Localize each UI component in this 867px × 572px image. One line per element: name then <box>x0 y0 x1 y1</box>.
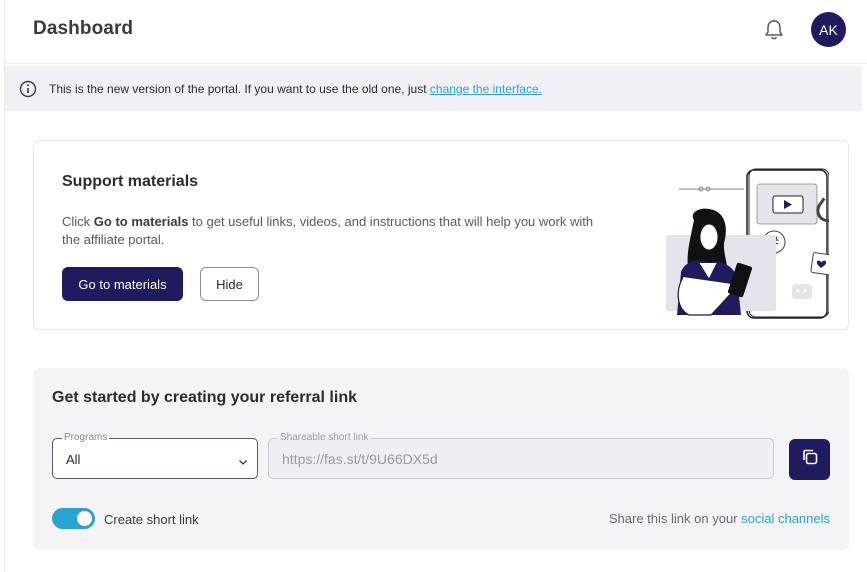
share-hint: Share this link on your social channels <box>609 511 830 526</box>
referral-title: Get started by creating your referral li… <box>52 389 357 406</box>
short-link-value: https://fas.st/t/9U66DX5d <box>282 451 438 467</box>
desc-prefix: Click <box>62 214 94 229</box>
support-illustration: # <box>629 167 842 322</box>
support-description: Click Go to materials to get useful link… <box>62 213 607 249</box>
page-title: Dashboard <box>33 18 134 39</box>
bell-icon[interactable] <box>763 18 785 42</box>
short-link-field[interactable]: Shareable short link https://fas.st/t/9U… <box>268 432 774 479</box>
desc-bold: Go to materials <box>93 214 189 229</box>
change-interface-link[interactable]: change the interface. <box>430 82 542 96</box>
go-to-materials-button[interactable]: Go to materials <box>62 267 183 301</box>
social-channels-link[interactable]: social channels <box>741 511 830 526</box>
support-materials-card: Support materials Click Go to materials … <box>33 140 849 330</box>
create-short-link-toggle[interactable] <box>52 508 95 529</box>
chevron-down-icon <box>238 454 248 465</box>
copy-link-button[interactable] <box>789 439 830 480</box>
info-icon <box>19 80 37 98</box>
new-version-banner: This is the new version of the portal. I… <box>5 66 862 111</box>
toggle-knob <box>77 511 92 526</box>
short-link-label: Shareable short link <box>278 432 371 444</box>
top-header: Dashboard AK <box>5 0 867 64</box>
referral-link-card: Get started by creating your referral li… <box>33 368 849 550</box>
share-prefix: Share this link on your <box>608 511 742 526</box>
banner-message: This is the new version of the portal. I… <box>49 82 430 96</box>
copy-icon <box>800 447 820 472</box>
programs-value: All <box>66 452 81 467</box>
hide-button[interactable]: Hide <box>200 267 259 301</box>
programs-label: Programs <box>62 432 110 444</box>
user-avatar[interactable]: AK <box>811 12 846 47</box>
support-title: Support materials <box>62 173 199 190</box>
banner-text: This is the new version of the portal. I… <box>49 82 542 96</box>
programs-select[interactable]: Programs All <box>52 432 258 479</box>
create-short-link-label: Create short link <box>104 512 199 527</box>
